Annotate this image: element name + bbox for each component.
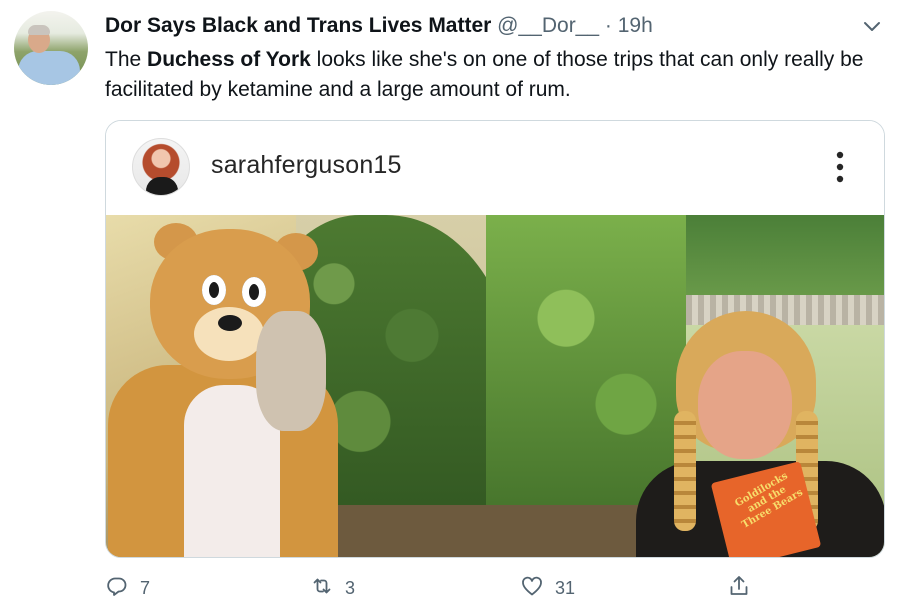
author-name[interactable]: Dor Says Black and Trans Lives Matter [105, 14, 491, 37]
share-button[interactable] [727, 570, 751, 606]
tweet-text: The Duchess of York looks like she's on … [105, 45, 885, 105]
author-handle[interactable]: @__Dor__ [497, 14, 599, 37]
bear-nose [218, 315, 242, 331]
embed-username[interactable]: sarahferguson15 [211, 151, 402, 180]
retweet-button[interactable]: 3 [310, 570, 355, 606]
retweet-count: 3 [345, 577, 356, 598]
avatar-body [18, 51, 80, 85]
header-separator: · [604, 14, 612, 37]
more-vertical-icon[interactable] [834, 149, 846, 185]
reply-count: 7 [140, 577, 151, 598]
author-avatar[interactable] [14, 11, 88, 85]
embed-photo[interactable]: Goldilocks and the Three Bears [106, 215, 884, 557]
heart-icon [520, 574, 544, 603]
reply-button[interactable]: 7 [105, 570, 150, 606]
share-icon [727, 574, 751, 603]
like-count: 31 [555, 577, 576, 598]
retweet-icon [310, 574, 334, 603]
tweet-actions: 7 3 31 [105, 570, 885, 610]
bear-eye-left [202, 275, 226, 305]
goldilocks-figure: Goldilocks and the Three Bears [636, 311, 884, 557]
tweet-text-bold: Duchess of York [147, 48, 311, 71]
chevron-down-icon[interactable] [860, 14, 884, 38]
instagram-embed-card[interactable]: sarahferguson15 Goldilocks and the Three… [105, 120, 885, 558]
embed-header: sarahferguson15 [106, 121, 884, 215]
avatar-dress [146, 177, 178, 195]
reply-icon [105, 574, 129, 603]
bear-costume-figure [106, 215, 366, 557]
tweet-header: Dor Says Black and Trans Lives Matter @_… [105, 13, 653, 39]
avatar-hair [28, 25, 50, 35]
embed-avatar[interactable] [132, 138, 190, 196]
tweet-text-start: The [105, 48, 148, 71]
tweet-timestamp[interactable]: 19h [618, 14, 653, 37]
stuffed-bunny [256, 311, 326, 431]
like-button[interactable]: 31 [520, 570, 575, 606]
braid-left [674, 411, 696, 531]
bear-eye-right [242, 277, 266, 307]
figure-face [698, 351, 792, 459]
